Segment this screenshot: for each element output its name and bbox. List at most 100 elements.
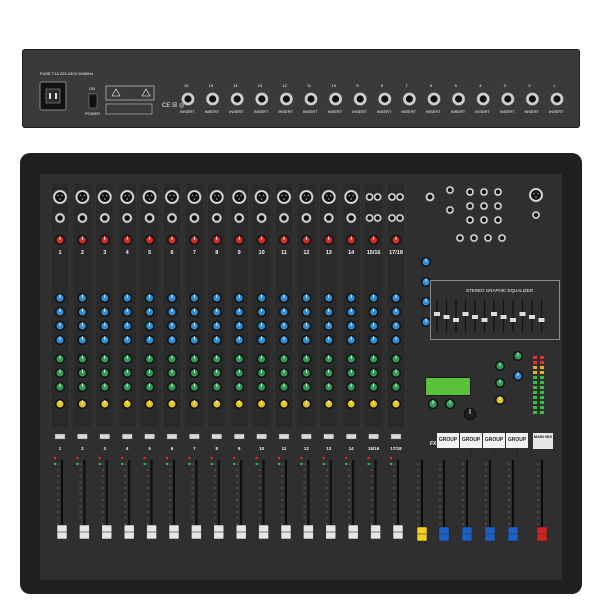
aux-knob-icon[interactable] bbox=[144, 292, 155, 304]
eq-knob-icon[interactable] bbox=[301, 367, 312, 379]
pan-knob-icon[interactable] bbox=[211, 398, 222, 410]
aux-knob-icon[interactable] bbox=[234, 320, 245, 332]
group-1-fader[interactable] bbox=[438, 460, 450, 542]
aux-knob-icon[interactable] bbox=[301, 334, 312, 346]
aux-master-knob-icon[interactable] bbox=[420, 256, 432, 268]
pan-knob-icon[interactable] bbox=[346, 398, 357, 410]
master-knob-icon[interactable] bbox=[494, 360, 506, 372]
line-input-jack-icon[interactable] bbox=[233, 212, 245, 224]
mute-button[interactable] bbox=[189, 433, 200, 440]
aux-knob-icon[interactable] bbox=[256, 306, 267, 318]
eq-knob-icon[interactable] bbox=[368, 381, 379, 393]
jack-socket-icon[interactable] bbox=[465, 187, 475, 197]
fx-knob-icon[interactable] bbox=[427, 398, 439, 410]
jack-socket-icon[interactable] bbox=[465, 201, 475, 211]
channel-fader[interactable] bbox=[168, 460, 180, 540]
headphone-jack-icon[interactable] bbox=[531, 210, 541, 220]
xlr-input-icon[interactable] bbox=[299, 189, 314, 205]
channel-fader[interactable] bbox=[303, 460, 314, 540]
eq-knob-icon[interactable] bbox=[368, 353, 379, 365]
aux-knob-icon[interactable] bbox=[256, 320, 267, 332]
main-mix-fader[interactable] bbox=[536, 460, 548, 542]
gain-knob-icon[interactable] bbox=[346, 234, 357, 246]
aux-knob-icon[interactable] bbox=[54, 306, 66, 318]
aux-knob-icon[interactable] bbox=[122, 292, 133, 304]
master-knob-icon[interactable] bbox=[512, 370, 524, 382]
eq-knob-icon[interactable] bbox=[99, 381, 110, 393]
aux-knob-icon[interactable] bbox=[301, 292, 312, 304]
jack-socket-icon[interactable] bbox=[395, 213, 405, 223]
line-input-jack-icon[interactable] bbox=[211, 212, 223, 224]
aux-knob-icon[interactable] bbox=[390, 320, 402, 332]
master-knob-icon[interactable] bbox=[512, 350, 524, 362]
group-3-fader[interactable] bbox=[484, 460, 496, 542]
aux-knob-icon[interactable] bbox=[278, 292, 290, 304]
gain-knob-icon[interactable] bbox=[166, 234, 178, 246]
xlr-input-icon[interactable] bbox=[187, 189, 202, 205]
xlr-input-icon[interactable] bbox=[528, 187, 544, 203]
channel-fader[interactable] bbox=[235, 460, 247, 540]
aux-knob-icon[interactable] bbox=[77, 320, 88, 332]
eq-knob-icon[interactable] bbox=[77, 367, 88, 379]
eq-knob-icon[interactable] bbox=[211, 367, 222, 379]
channel-fader[interactable] bbox=[325, 460, 337, 540]
eq-knob-icon[interactable] bbox=[166, 381, 178, 393]
channel-fader[interactable] bbox=[347, 460, 359, 540]
xlr-input-icon[interactable] bbox=[254, 189, 269, 205]
aux-knob-icon[interactable] bbox=[54, 320, 66, 332]
channel-fader[interactable] bbox=[258, 460, 269, 540]
mute-button[interactable] bbox=[390, 433, 402, 440]
channel-fader[interactable] bbox=[56, 460, 68, 540]
eq-knob-icon[interactable] bbox=[278, 353, 290, 365]
line-input-jack-icon[interactable] bbox=[278, 212, 290, 224]
aux-knob-icon[interactable] bbox=[278, 320, 290, 332]
eq-knob-icon[interactable] bbox=[234, 367, 245, 379]
eq-knob-icon[interactable] bbox=[211, 381, 222, 393]
jack-socket-icon[interactable] bbox=[365, 192, 374, 202]
aux-knob-icon[interactable] bbox=[211, 334, 222, 346]
eq-knob-icon[interactable] bbox=[144, 353, 155, 365]
eq-knob-icon[interactable] bbox=[54, 353, 66, 365]
pan-knob-icon[interactable] bbox=[256, 398, 267, 410]
pan-knob-icon[interactable] bbox=[323, 398, 334, 410]
mute-button[interactable] bbox=[346, 433, 357, 440]
xlr-input-icon[interactable] bbox=[52, 189, 68, 205]
aux-knob-icon[interactable] bbox=[122, 320, 133, 332]
aux-knob-icon[interactable] bbox=[166, 306, 178, 318]
line-input-jack-icon[interactable] bbox=[256, 212, 267, 224]
line-input-jack-icon[interactable] bbox=[345, 212, 357, 224]
mute-button[interactable] bbox=[256, 433, 267, 440]
aux-knob-icon[interactable] bbox=[368, 320, 379, 332]
pan-knob-icon[interactable] bbox=[99, 398, 110, 410]
gain-knob-icon[interactable] bbox=[122, 234, 133, 246]
eq-knob-icon[interactable] bbox=[323, 367, 334, 379]
aux-knob-icon[interactable] bbox=[346, 306, 357, 318]
eq-knob-icon[interactable] bbox=[189, 381, 200, 393]
master-knob-icon[interactable] bbox=[494, 377, 506, 389]
aux-knob-icon[interactable] bbox=[189, 292, 200, 304]
fx-program-knob-icon[interactable] bbox=[463, 407, 477, 421]
channel-fader[interactable] bbox=[191, 460, 202, 540]
pan-knob-icon[interactable] bbox=[166, 398, 178, 410]
aux-knob-icon[interactable] bbox=[99, 292, 110, 304]
gain-knob-icon[interactable] bbox=[278, 234, 290, 246]
group-4-fader[interactable] bbox=[507, 460, 519, 542]
aux-knob-icon[interactable] bbox=[144, 334, 155, 346]
eq-knob-icon[interactable] bbox=[234, 353, 245, 365]
aux-knob-icon[interactable] bbox=[301, 306, 312, 318]
channel-fader[interactable] bbox=[101, 460, 113, 540]
xlr-input-icon[interactable] bbox=[75, 189, 90, 205]
aux-knob-icon[interactable] bbox=[99, 334, 110, 346]
eq-knob-icon[interactable] bbox=[189, 367, 200, 379]
line-input-jack-icon[interactable] bbox=[323, 212, 335, 224]
jack-socket-icon[interactable] bbox=[493, 201, 503, 211]
aux-knob-icon[interactable] bbox=[323, 306, 334, 318]
aux-knob-icon[interactable] bbox=[99, 306, 110, 318]
aux-knob-icon[interactable] bbox=[346, 292, 357, 304]
eq-knob-icon[interactable] bbox=[99, 353, 110, 365]
aux-knob-icon[interactable] bbox=[144, 306, 155, 318]
aux-knob-icon[interactable] bbox=[278, 334, 290, 346]
gain-knob-icon[interactable] bbox=[301, 234, 312, 246]
aux-knob-icon[interactable] bbox=[77, 334, 88, 346]
eq-knob-icon[interactable] bbox=[99, 367, 110, 379]
